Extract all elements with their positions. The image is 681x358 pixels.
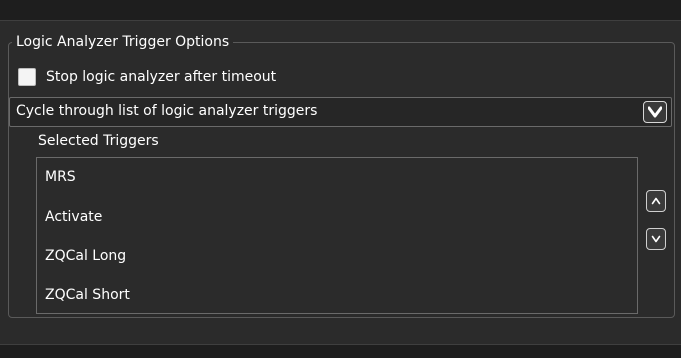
trigger-mode-value: Cycle through list of logic analyzer tri…	[16, 103, 318, 119]
timeout-checkbox[interactable]	[18, 68, 36, 86]
top-toolbar-strip	[0, 0, 681, 21]
trigger-options-panel: Logic Analyzer Trigger Options Stop logi…	[0, 0, 681, 358]
timeout-checkbox-row[interactable]: Stop logic analyzer after timeout	[18, 66, 276, 88]
chevron-down-icon	[651, 235, 661, 243]
bottom-strip	[0, 344, 681, 358]
move-up-button[interactable]	[646, 190, 666, 212]
list-item[interactable]: ZQCal Long	[45, 247, 126, 265]
dropdown-toggle-button[interactable]	[643, 101, 667, 123]
move-down-button[interactable]	[646, 228, 666, 250]
list-item[interactable]: MRS	[45, 168, 76, 186]
timeout-checkbox-label[interactable]: Stop logic analyzer after timeout	[46, 69, 276, 85]
selected-triggers-list[interactable]: MRS Activate ZQCal Long ZQCal Short	[36, 157, 638, 314]
chevron-down-icon	[648, 106, 662, 118]
trigger-mode-dropdown[interactable]: Cycle through list of logic analyzer tri…	[9, 97, 672, 127]
selected-triggers-label: Selected Triggers	[38, 133, 159, 149]
list-item[interactable]: Activate	[45, 208, 102, 226]
group-title: Logic Analyzer Trigger Options	[12, 33, 234, 51]
list-item[interactable]: ZQCal Short	[45, 286, 130, 304]
chevron-up-icon	[651, 197, 661, 205]
